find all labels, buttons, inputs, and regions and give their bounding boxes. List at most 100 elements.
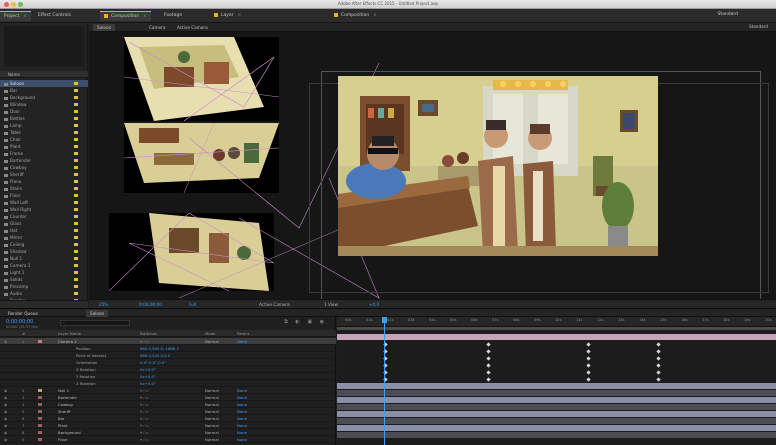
layer-switches[interactable]: ⌖ ⁄ ▭ <box>140 408 149 415</box>
layer-row[interactable]: ◉ 9 Floor ⌖ ⁄ ▭ Normal None <box>0 436 336 443</box>
layer-search-input[interactable]: ⌕ <box>60 320 130 326</box>
layer-switches[interactable]: ⌖ ⁄ ▭ <box>140 338 149 345</box>
project-item[interactable]: Piano <box>0 178 88 185</box>
layer-name[interactable]: Bartender <box>58 394 77 401</box>
tab-composition[interactable]: Composition × <box>100 11 151 21</box>
project-item[interactable]: Bar <box>0 87 88 94</box>
visibility-eye-icon[interactable]: ◉ <box>4 387 7 394</box>
label-color-swatch[interactable] <box>74 103 78 106</box>
label-color-swatch[interactable] <box>74 152 78 155</box>
label-color-swatch[interactable] <box>74 229 78 232</box>
keyframe-marker[interactable] <box>656 342 661 347</box>
label-color-swatch[interactable] <box>74 208 78 211</box>
blend-mode-select[interactable]: Normal <box>205 436 219 443</box>
keyframe-marker[interactable] <box>656 356 661 361</box>
layer-label-color[interactable] <box>38 396 42 399</box>
project-item[interactable]: Shadow <box>0 248 88 255</box>
blend-mode-select[interactable]: Normal <box>205 338 219 345</box>
layer-label-color[interactable] <box>38 410 42 413</box>
label-color-swatch[interactable] <box>74 131 78 134</box>
keyframe-marker[interactable] <box>586 363 591 368</box>
keyframe-marker[interactable] <box>486 356 491 361</box>
project-item[interactable]: Door <box>0 108 88 115</box>
layer-label-color[interactable] <box>38 438 42 441</box>
layer-name[interactable]: Camera 1 <box>58 338 77 345</box>
parent-select[interactable]: None <box>237 401 247 408</box>
layer-label-color[interactable] <box>38 417 42 420</box>
layer-duration-bar[interactable] <box>337 404 776 410</box>
blend-mode-select[interactable]: Normal <box>205 387 219 394</box>
blend-mode-select[interactable]: Normal <box>205 415 219 422</box>
project-item[interactable]: Solids <box>0 276 88 283</box>
label-color-swatch[interactable] <box>74 180 78 183</box>
parent-select[interactable]: None <box>237 394 247 401</box>
layer-name[interactable]: Plant <box>58 422 68 429</box>
layer-switches[interactable]: ⌖ ⁄ ▭ <box>140 387 149 394</box>
parent-select[interactable]: None <box>237 415 247 422</box>
label-color-swatch[interactable] <box>74 271 78 274</box>
label-color-swatch[interactable] <box>74 236 78 239</box>
tab-render-queue[interactable]: Render Queue <box>4 310 42 317</box>
label-color-swatch[interactable] <box>74 222 78 225</box>
project-item[interactable]: Ceiling <box>0 241 88 248</box>
layer-name[interactable]: Floor <box>58 436 67 443</box>
layer-switches[interactable]: ⌖ ⁄ ▭ <box>140 394 149 401</box>
keyframe-marker[interactable] <box>486 370 491 375</box>
project-item[interactable]: Table <box>0 129 88 136</box>
parent-select[interactable]: None <box>237 338 247 345</box>
layer-duration-bar[interactable] <box>337 418 776 424</box>
label-color-swatch[interactable] <box>74 250 78 253</box>
project-item[interactable]: Precomp <box>0 283 88 290</box>
project-item[interactable]: Wall Right <box>0 206 88 213</box>
work-area-bar[interactable] <box>337 327 776 330</box>
visibility-eye-icon[interactable]: ◉ <box>4 338 7 345</box>
project-item[interactable]: Wall Left <box>0 199 88 206</box>
layer-duration-bar[interactable] <box>337 411 776 417</box>
project-item[interactable]: Mirror <box>0 234 88 241</box>
blend-mode-select[interactable]: Normal <box>205 429 219 436</box>
project-item[interactable]: Background <box>0 94 88 101</box>
viewer-timecode[interactable]: 0;00;00;00 <box>139 301 162 308</box>
layer-row[interactable]: ◉ 5 Sheriff ⌖ ⁄ ▭ Normal None <box>0 408 336 415</box>
viewer-layout-label[interactable]: Standard <box>749 24 768 29</box>
tab-timeline-saloon[interactable]: Saloon <box>86 310 109 317</box>
workspace-label[interactable]: Standard <box>718 12 738 17</box>
layer-switches[interactable]: ⌖ ⁄ ▭ <box>140 429 149 436</box>
layer-name[interactable]: Cowboy <box>58 401 73 408</box>
layer-name[interactable]: Null 1 <box>58 387 69 394</box>
project-item[interactable]: Window <box>0 101 88 108</box>
project-item[interactable]: Bartender <box>0 157 88 164</box>
viewer-tab-active-camera[interactable]: Active Camera <box>173 24 212 31</box>
viewer-tab-saloon[interactable]: Saloon <box>93 24 116 31</box>
layer-label-color[interactable] <box>38 431 42 434</box>
project-item[interactable]: Cowboy <box>0 164 88 171</box>
layer-label-color[interactable] <box>38 389 42 392</box>
keyframe-marker[interactable] <box>586 377 591 382</box>
layer-row[interactable]: ◉ 1 Camera 1 ⌖ ⁄ ▭ Normal None <box>0 338 336 345</box>
layer-label-color[interactable] <box>38 340 42 343</box>
project-item[interactable]: Floor <box>0 192 88 199</box>
layer-name[interactable]: Background <box>58 429 81 436</box>
parent-select[interactable]: None <box>237 436 247 443</box>
keyframe-marker[interactable] <box>656 377 661 382</box>
project-item[interactable]: Light 1 <box>0 269 88 276</box>
visibility-eye-icon[interactable]: ◉ <box>4 394 7 401</box>
tab-effect-controls[interactable]: Effect Controls <box>34 11 75 21</box>
label-color-swatch[interactable] <box>74 194 78 197</box>
keyframe-marker[interactable] <box>656 370 661 375</box>
label-color-swatch[interactable] <box>74 124 78 127</box>
label-color-swatch[interactable] <box>74 215 78 218</box>
exposure-value[interactable]: +0.0 <box>369 301 379 308</box>
view-layout-select[interactable]: 1 View <box>324 301 338 308</box>
label-color-swatch[interactable] <box>74 82 78 85</box>
keyframe-marker[interactable] <box>586 356 591 361</box>
project-item[interactable]: Sheriff <box>0 171 88 178</box>
property-row[interactable]: Point of Interest 960.0,540.0,0.0 <box>0 352 336 359</box>
project-item[interactable]: Saloon <box>0 80 88 87</box>
label-color-swatch[interactable] <box>74 285 78 288</box>
blend-mode-select[interactable]: Normal <box>205 394 219 401</box>
keyframe-marker[interactable] <box>586 349 591 354</box>
parent-select[interactable]: None <box>237 387 247 394</box>
layer-duration-bar[interactable] <box>337 397 776 403</box>
label-color-swatch[interactable] <box>74 278 78 281</box>
